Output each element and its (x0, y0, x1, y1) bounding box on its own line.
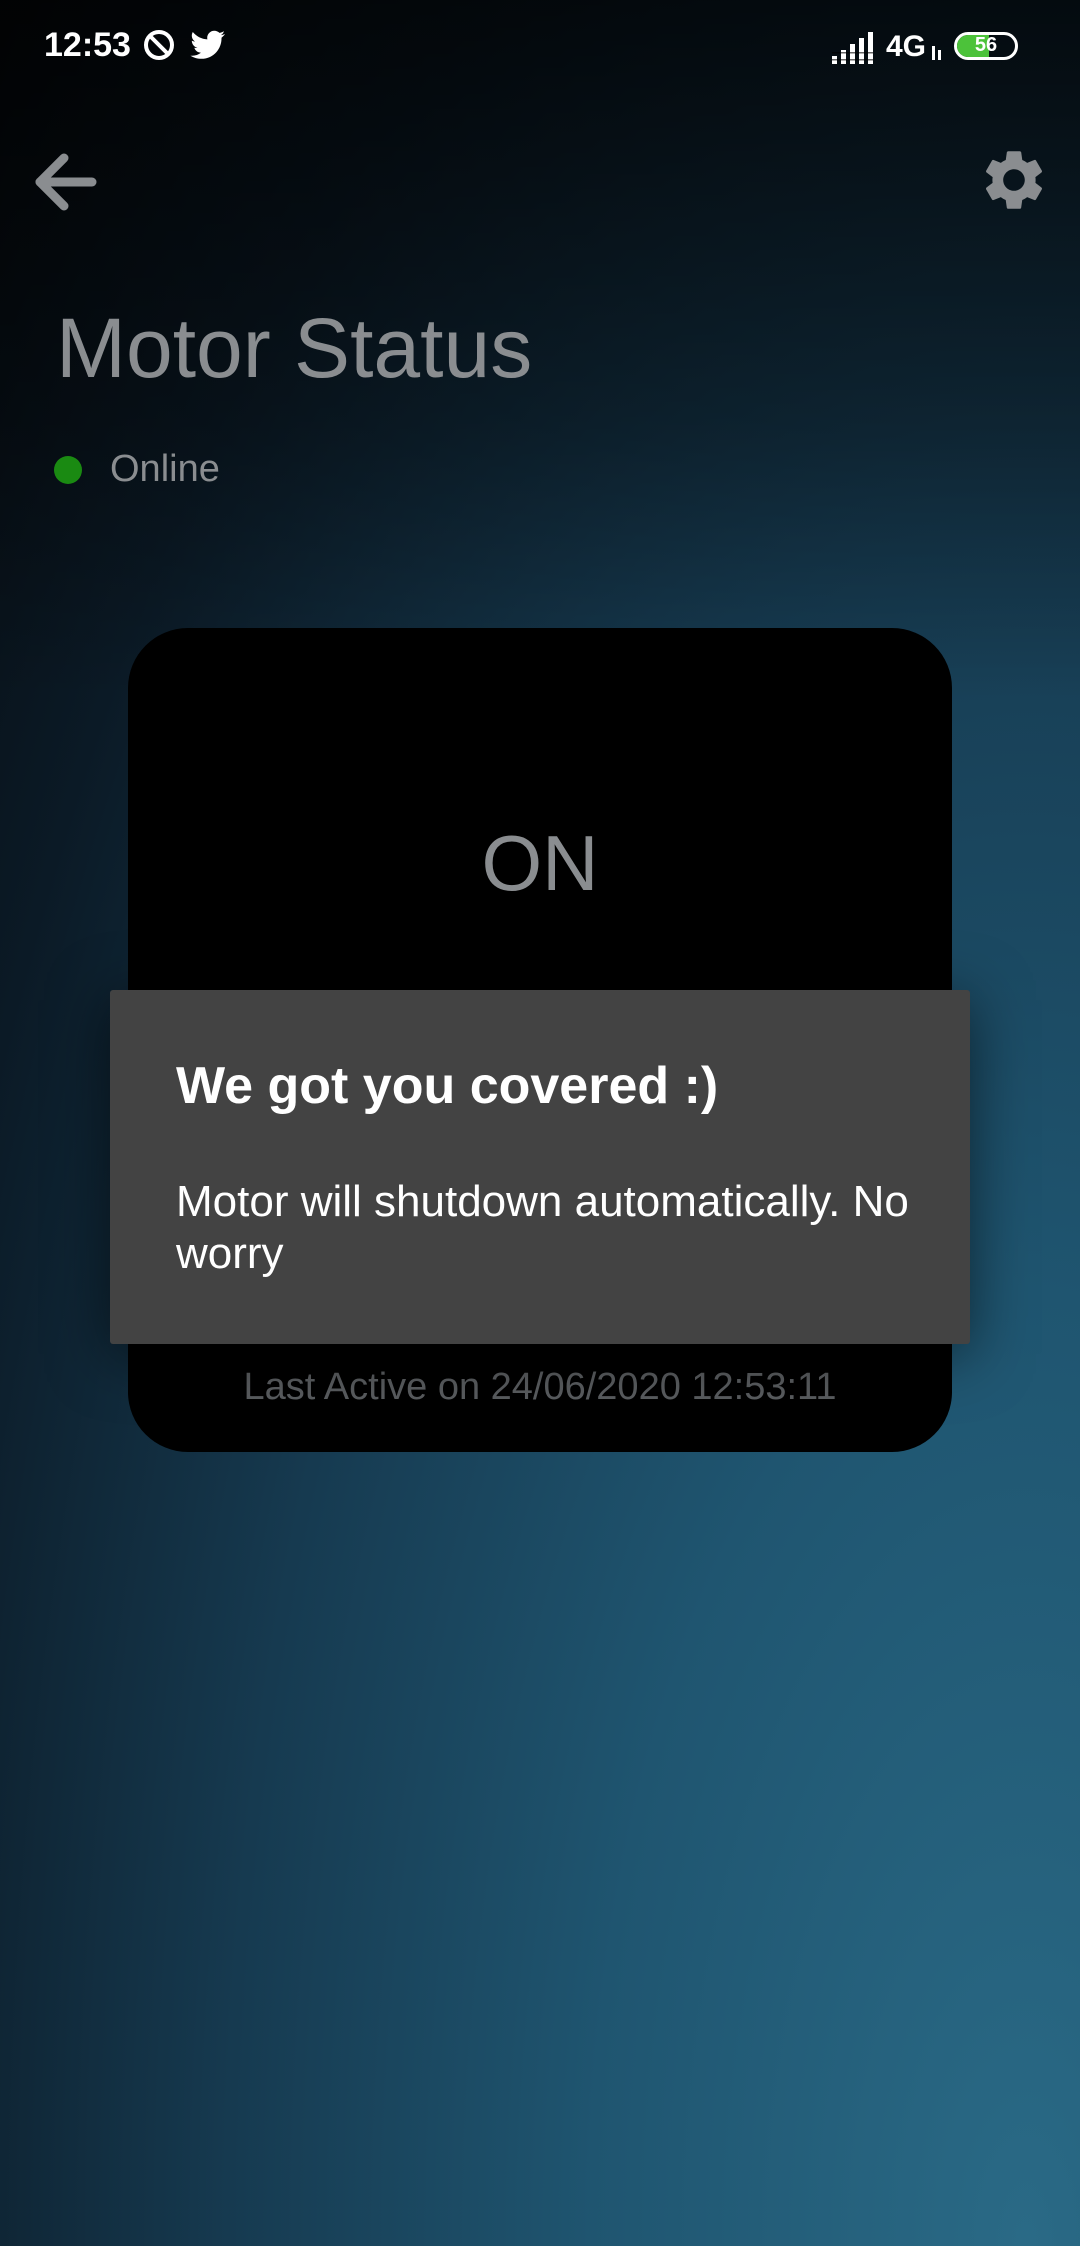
dialog-title: We got you covered :) (176, 1057, 719, 1115)
status-time: 12:53 (44, 26, 131, 64)
page-title: Motor Status (56, 301, 533, 395)
data-saver-icon (142, 28, 176, 67)
dialog-message: Motor will shutdown automatically. No wo… (176, 1177, 909, 1278)
status-bar: 12:53 4G 56 (0, 0, 1080, 96)
data-activity-icon (930, 44, 944, 65)
motor-state: ON (481, 819, 599, 907)
battery-icon: 56 (954, 32, 1018, 60)
online-indicator-dot (54, 456, 82, 484)
connection-status-label: Online (110, 448, 220, 490)
twitter-icon (190, 30, 226, 65)
back-arrow-icon (35, 153, 97, 211)
gear-icon (985, 151, 1043, 209)
settings-button[interactable] (978, 144, 1050, 216)
network-type: 4G (886, 30, 927, 63)
battery-percent: 56 (974, 34, 998, 56)
signal-icon (832, 32, 876, 69)
info-dialog[interactable]: We got you covered :) Motor will shutdow… (110, 990, 970, 1344)
last-active-timestamp: Last Active on 24/06/2020 12:53:11 (243, 1366, 837, 1408)
back-button[interactable] (30, 146, 102, 218)
